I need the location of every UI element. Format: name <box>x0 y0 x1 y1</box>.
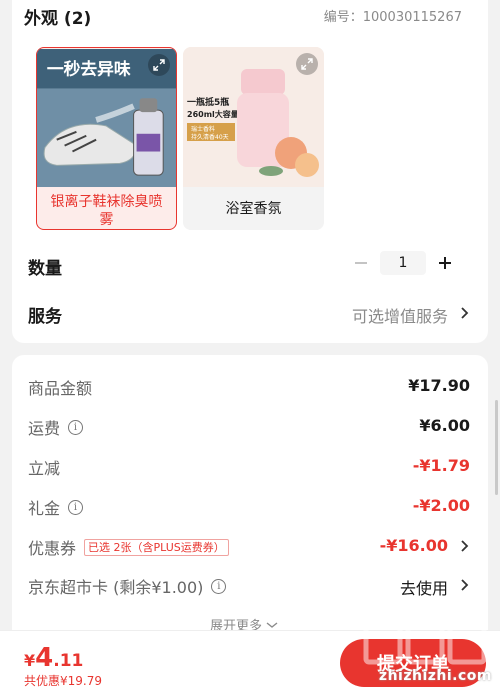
chevron-right-icon[interactable] <box>460 539 470 553</box>
minus-icon <box>355 262 367 264</box>
increase-button[interactable] <box>434 252 456 274</box>
coupon-label: 优惠券 <box>28 539 77 558</box>
chevron-right-icon[interactable] <box>460 578 470 592</box>
option1-banner: 一秒去异味 <box>47 59 131 79</box>
quantity-label: 数量 <box>28 259 62 279</box>
currency-symbol: ¥ <box>24 651 36 670</box>
shipping-label: 运费 <box>28 419 61 438</box>
supermarket-card-label: 京东超市卡 (剩余¥1.00) <box>28 578 204 597</box>
total-integer: 4 <box>35 643 54 673</box>
supermarket-card-action[interactable]: 去使用 <box>400 575 448 599</box>
goods-amount-value: ¥17.90 <box>408 376 470 395</box>
expand-icon[interactable] <box>296 53 318 75</box>
plus-icon <box>439 257 451 269</box>
option-shoe-spray[interactable]: 一秒去异味 银离子鞋袜除臭喷雾 <box>36 47 177 230</box>
option2-label: 浴室香氛 <box>183 187 324 230</box>
shipping-value: ¥6.00 <box>419 416 470 435</box>
expand-icon[interactable] <box>148 54 170 76</box>
service-value[interactable]: 可选增值服务 <box>352 303 448 327</box>
gift-money-value: -¥2.00 <box>412 496 470 515</box>
appearance-title: 外观 (2) <box>24 9 92 29</box>
option2-banner1: 一瓶抵5瓶 <box>187 96 229 108</box>
gift-money-label: 礼金 <box>28 499 61 518</box>
quantity-input[interactable]: 1 <box>380 251 426 275</box>
info-icon[interactable]: i <box>68 419 84 435</box>
total-decimal: .11 <box>53 651 84 671</box>
option2-banner3: 瑞士香料 <box>191 125 215 133</box>
scrollbar[interactable] <box>495 400 498 495</box>
total-price: ¥4.11 <box>24 643 83 673</box>
total-savings: 共优惠¥19.79 <box>24 674 102 688</box>
option1-label: 银离子鞋袜除臭喷雾 <box>50 193 163 228</box>
coupon-tag: 已选 2张（含PLUS运费券） <box>84 538 229 556</box>
service-label: 服务 <box>28 307 62 327</box>
info-icon[interactable]: i <box>68 499 84 515</box>
option2-banner2: 260ml大容量 <box>187 109 239 119</box>
info-icon[interactable]: i <box>211 578 227 594</box>
goods-amount-row: 商品金额 ¥17.90 <box>28 375 470 399</box>
instant-discount-label: 立减 <box>28 459 61 478</box>
watermark-text: zhizhizhi.com <box>378 668 492 684</box>
supermarket-card-row[interactable]: 京东超市卡 (剩余¥1.00) i 去使用 <box>28 574 470 598</box>
goods-amount-label: 商品金额 <box>28 379 93 398</box>
coupon-value: -¥16.00 <box>379 536 448 555</box>
gift-money-row: 礼金 i -¥2.00 <box>28 495 470 519</box>
instant-discount-row: 立减 -¥1.79 <box>28 455 470 479</box>
option2-banner4: 持久清香40天 <box>191 133 229 141</box>
coupon-row[interactable]: 优惠券 已选 2张（含PLUS运费券） -¥16.00 <box>28 535 470 559</box>
decrease-button[interactable] <box>350 252 372 274</box>
chevron-right-icon[interactable] <box>460 306 470 320</box>
shipping-row: 运费 i ¥6.00 <box>28 415 470 439</box>
sku-number: 编号：100030115267 <box>323 10 462 25</box>
option-bathroom-fragrance[interactable]: 一瓶抵5瓶 260ml大容量 瑞士香料 持久清香40天 浴室香氛 <box>183 47 324 230</box>
chevron-down-icon <box>266 621 278 628</box>
instant-discount-value: -¥1.79 <box>412 456 470 475</box>
quantity-stepper: 1 <box>350 250 458 276</box>
